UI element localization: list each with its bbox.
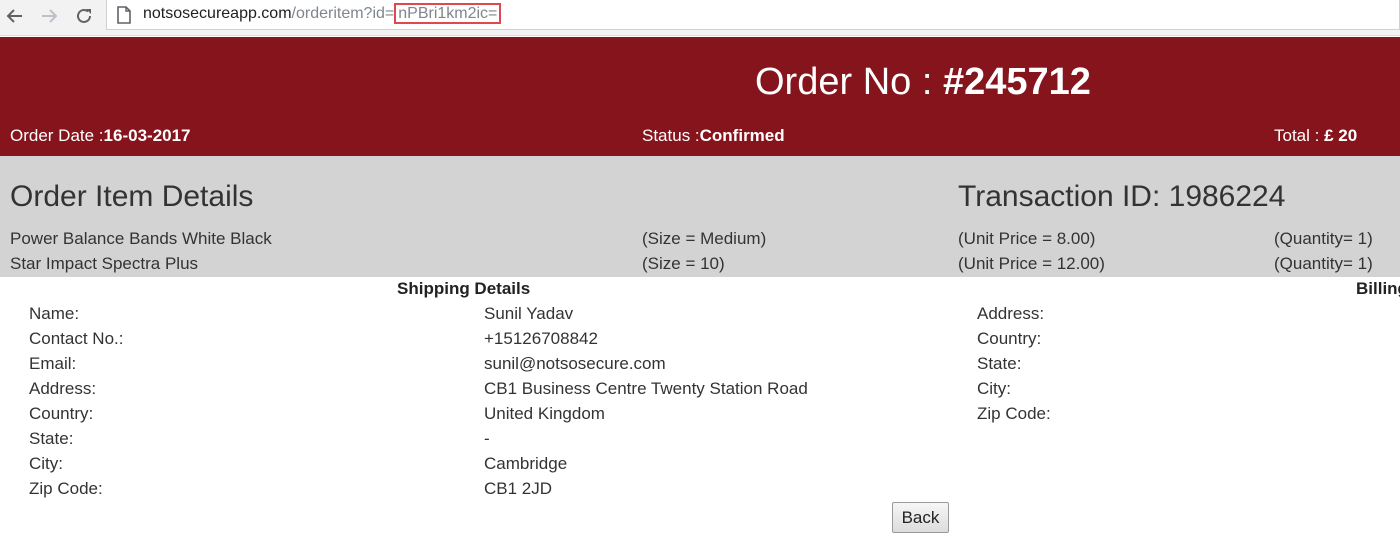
shipping-label: Zip Code: <box>29 479 103 498</box>
billing-label: Country: <box>977 329 1042 348</box>
transaction-id: Transaction ID: 1986224 <box>958 180 1286 213</box>
billing-label: Address: <box>977 304 1045 323</box>
shipping-label: Name: <box>29 304 80 323</box>
order-item-row: Power Balance Bands White Black (Size = … <box>0 227 1400 251</box>
arrow-left-icon <box>6 9 22 23</box>
item-name: Star Impact Spectra Plus <box>10 254 199 273</box>
shipping-value: - <box>484 429 490 448</box>
order-date-label: Order Date : <box>10 126 104 145</box>
shipping-row-city: City: Cambridge <box>0 451 1400 476</box>
order-header: Order No : #245712 Order Date :16-03-201… <box>0 37 1400 156</box>
shipping-value: CB1 2JD <box>484 479 553 498</box>
shipping-label: City: <box>29 454 63 473</box>
browser-toolbar: notsosecureapp.com/orderitem?id= nPBri1km… <box>0 0 1400 36</box>
item-size: (Size = Medium) <box>642 229 767 248</box>
total-label: Total : <box>1274 126 1325 145</box>
shipping-row-address: Address: CB1 Business Centre Twenty Stat… <box>0 376 1400 401</box>
order-status: Status :Confirmed <box>642 126 785 146</box>
shipping-label: Email: <box>29 354 77 373</box>
shipping-value: CB1 Business Centre Twenty Station Road <box>484 379 808 398</box>
address-bar[interactable]: notsosecureapp.com/orderitem?id= nPBri1km… <box>106 0 1400 30</box>
status-value: Confirmed <box>699 126 785 145</box>
item-quantity: (Quantity= 1) <box>1274 229 1373 248</box>
item-name: Power Balance Bands White Black <box>10 229 272 248</box>
item-quantity: (Quantity= 1) <box>1274 254 1373 273</box>
shipping-label: Address: <box>29 379 97 398</box>
forward-nav-button[interactable] <box>36 4 62 28</box>
shipping-row-contact: Contact No.: +15126708842 Country: <box>0 326 1400 351</box>
order-number-heading: Order No : #245712 <box>755 60 1091 104</box>
back-button[interactable]: Back <box>892 502 949 533</box>
shipping-row-email: Email: sunil@notsosecure.com State: <box>0 351 1400 376</box>
shipping-row-zip: Zip Code: CB1 2JD <box>0 476 1400 501</box>
order-total: Total : £ 20 <box>1274 126 1357 146</box>
order-items-title: Order Item Details <box>10 180 254 213</box>
order-item-row: Star Impact Spectra Plus (Size = 10) (Un… <box>0 252 1400 276</box>
item-unit-price: (Unit Price = 12.00) <box>958 254 1105 273</box>
order-date-value: 16-03-2017 <box>103 126 191 145</box>
shipping-value: United Kingdom <box>484 404 605 423</box>
status-label: Status : <box>642 126 700 145</box>
shipping-value: +15126708842 <box>484 329 598 348</box>
shipping-label: State: <box>29 429 74 448</box>
billing-label: State: <box>977 354 1022 373</box>
shipping-label: Contact No.: <box>29 329 124 348</box>
url-text: notsosecureapp.com/orderitem?id= nPBri1km… <box>143 3 502 24</box>
billing-details-heading: Billing <box>1356 279 1400 298</box>
order-items-panel: Order Item Details Transaction ID: 19862… <box>0 156 1400 277</box>
url-id-param: nPBri1km2ic= <box>394 3 502 24</box>
total-value: £ 20 <box>1324 126 1358 145</box>
arrow-right-icon <box>42 9 58 23</box>
back-nav-button[interactable] <box>2 4 28 28</box>
order-date: Order Date :16-03-2017 <box>10 126 191 146</box>
item-size: (Size = 10) <box>642 254 725 273</box>
shipping-row-name: Name: Sunil Yadav Address: <box>0 301 1400 326</box>
order-number: #245712 <box>942 61 1091 103</box>
billing-label: City: <box>977 379 1011 398</box>
shipping-value: Cambridge <box>484 454 568 473</box>
url-host: notsosecureapp.com <box>143 5 292 22</box>
item-unit-price: (Unit Price = 8.00) <box>958 229 1096 248</box>
shipping-value: sunil@notsosecure.com <box>484 354 666 373</box>
shipping-row-state: State: - <box>0 426 1400 451</box>
reload-icon <box>77 8 91 23</box>
order-number-label: Order No : <box>755 61 943 103</box>
shipping-details-heading: Shipping Details <box>397 279 531 298</box>
shipping-row-country: Country: United Kingdom Zip Code: <box>0 401 1400 426</box>
reload-button[interactable] <box>71 4 97 28</box>
billing-label: Zip Code: <box>977 404 1051 423</box>
shipping-value: Sunil Yadav <box>484 304 574 323</box>
shipping-label: Country: <box>29 404 94 423</box>
page-icon <box>117 6 131 24</box>
url-path: /orderitem?id= <box>291 5 395 22</box>
